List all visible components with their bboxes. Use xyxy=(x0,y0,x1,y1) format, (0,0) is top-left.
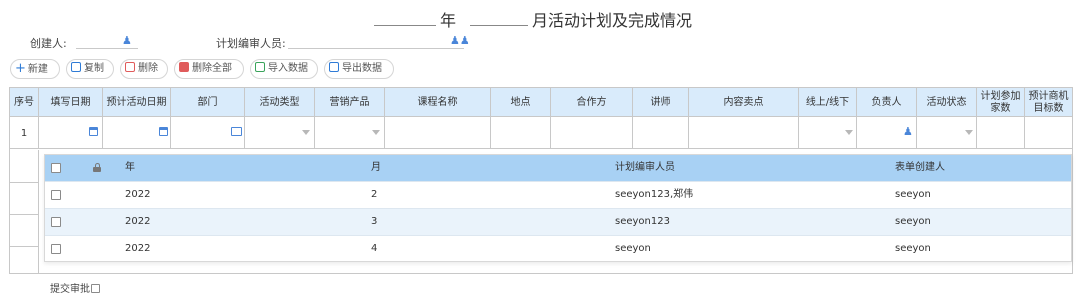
department-cell[interactable] xyxy=(171,117,245,149)
col-department: 部门 xyxy=(171,88,245,117)
people-picker-icon[interactable]: ♟♟ xyxy=(450,34,470,47)
lookup-col-creator: 表单创建人 xyxy=(895,162,945,173)
empty-row-seq xyxy=(10,150,39,183)
activity-status-cell[interactable] xyxy=(917,117,977,149)
select-all-checkbox[interactable] xyxy=(51,163,61,173)
lookup-year: 2022 xyxy=(125,243,151,254)
col-owner: 负责人 xyxy=(857,88,917,117)
copy-icon xyxy=(71,62,81,72)
title-suffix: 月活动计划及完成情况 xyxy=(532,11,693,30)
chevron-down-icon[interactable] xyxy=(302,130,310,135)
chevron-down-icon[interactable] xyxy=(965,130,973,135)
col-activity-type: 活动类型 xyxy=(245,88,315,117)
lookup-year: 2022 xyxy=(125,216,151,227)
owner-cell[interactable]: ♟ xyxy=(857,117,917,149)
chevron-down-icon[interactable] xyxy=(845,130,853,135)
trash-icon xyxy=(125,62,135,72)
plus-icon: + xyxy=(15,61,26,76)
table-header: 序号 填写日期 预计活动日期 部门 活动类型 营销产品 课程名称 地点 合作方 … xyxy=(10,88,1072,117)
export-icon xyxy=(329,62,339,72)
course-name-cell[interactable] xyxy=(385,117,491,149)
empty-row-seq xyxy=(10,247,39,273)
person-picker-icon[interactable]: ♟ xyxy=(903,125,913,138)
submit-approval-label: 提交审批 xyxy=(50,284,90,295)
opportunity-target-cell[interactable] xyxy=(1025,117,1072,149)
row-checkbox[interactable] xyxy=(51,217,61,227)
col-planned-attendees: 计划参加家数 xyxy=(977,88,1025,117)
table-row: 1 ♟ xyxy=(10,117,1072,149)
empty-row-seq xyxy=(10,215,39,247)
activity-type-cell[interactable] xyxy=(245,117,315,149)
lookup-header: 年 月 计划编审人员 表单创建人 xyxy=(45,155,1071,181)
content-highlights-cell[interactable] xyxy=(689,117,799,149)
person-picker-icon[interactable]: ♟ xyxy=(122,34,132,47)
col-partner: 合作方 xyxy=(551,88,633,117)
submit-approval[interactable]: 提交审批 xyxy=(50,280,100,295)
col-content-highlights: 内容卖点 xyxy=(689,88,799,117)
product-cell[interactable] xyxy=(315,117,385,149)
location-cell[interactable] xyxy=(491,117,551,149)
online-offline-cell[interactable] xyxy=(799,117,857,149)
col-location: 地点 xyxy=(491,88,551,117)
col-lecturer: 讲师 xyxy=(633,88,689,117)
lookup-col-year: 年 xyxy=(125,162,135,173)
planned-date-cell[interactable] xyxy=(103,117,171,149)
row-checkbox[interactable] xyxy=(51,190,61,200)
calendar-icon[interactable] xyxy=(159,127,168,136)
lookup-planner: seeyon123 xyxy=(615,216,670,227)
row-seq: 1 xyxy=(10,117,39,149)
lookup-month: 2 xyxy=(371,189,378,200)
lookup-creator: seeyon xyxy=(895,216,931,227)
form-meta: 创建人: ♟ 计划编审人员: ♟♟ xyxy=(0,33,1080,51)
lookup-col-planner: 计划编审人员 xyxy=(615,162,675,173)
lookup-planner: seeyon xyxy=(615,243,651,254)
planner-label: 计划编审人员: xyxy=(216,37,286,50)
trash-all-icon xyxy=(179,62,189,72)
lookup-month: 4 xyxy=(371,243,378,254)
lock-icon xyxy=(93,163,101,172)
lookup-month: 3 xyxy=(371,216,378,227)
lookup-row[interactable]: 2022 3 seeyon123 seeyon xyxy=(45,208,1071,235)
chevron-down-icon[interactable] xyxy=(372,130,380,135)
year-label: 年 xyxy=(440,11,457,30)
month-blank-field[interactable] xyxy=(470,25,528,26)
lookup-creator: seeyon xyxy=(895,189,931,200)
lookup-creator: seeyon xyxy=(895,243,931,254)
submit-approval-checkbox[interactable] xyxy=(91,284,100,293)
form-title: 年 月活动计划及完成情况 xyxy=(0,6,1080,30)
new-button[interactable]: + 新建 xyxy=(10,59,60,79)
lookup-row[interactable]: 2022 4 seeyon seeyon xyxy=(45,235,1071,262)
delete-all-button[interactable]: 删除全部 xyxy=(174,59,244,79)
col-activity-status: 活动状态 xyxy=(917,88,977,117)
fill-date-cell[interactable] xyxy=(39,117,103,149)
year-blank-field[interactable] xyxy=(374,25,436,26)
lookup-year: 2022 xyxy=(125,189,151,200)
col-online-offline: 线上/线下 xyxy=(799,88,857,117)
col-planned-date: 预计活动日期 xyxy=(103,88,171,117)
creator-field[interactable]: ♟ xyxy=(76,33,138,49)
department-picker-icon[interactable] xyxy=(231,127,242,136)
import-button[interactable]: 导入数据 xyxy=(250,59,318,79)
col-course-name: 课程名称 xyxy=(385,88,491,117)
col-fill-date: 填写日期 xyxy=(39,88,103,117)
delete-button[interactable]: 删除 xyxy=(120,59,168,79)
col-opportunity-target: 预计商机目标数 xyxy=(1028,90,1069,114)
lookup-dropdown: 年 月 计划编审人员 表单创建人 2022 2 seeyon123,郑伟 see… xyxy=(44,154,1072,262)
lookup-planner: seeyon123,郑伟 xyxy=(615,189,694,200)
lookup-col-month: 月 xyxy=(371,162,381,173)
creator-label: 创建人: xyxy=(30,37,67,50)
copy-button[interactable]: 复制 xyxy=(66,59,114,79)
planned-attendees-cell[interactable] xyxy=(977,117,1025,149)
export-button[interactable]: 导出数据 xyxy=(324,59,394,79)
row-checkbox[interactable] xyxy=(51,244,61,254)
col-seq: 序号 xyxy=(10,88,39,117)
import-icon xyxy=(255,62,265,72)
calendar-icon[interactable] xyxy=(89,127,98,136)
lecturer-cell[interactable] xyxy=(633,117,689,149)
col-product: 营销产品 xyxy=(315,88,385,117)
lookup-row[interactable]: 2022 2 seeyon123,郑伟 seeyon xyxy=(45,181,1071,208)
partner-cell[interactable] xyxy=(551,117,633,149)
empty-row-seq xyxy=(10,183,39,215)
planner-field[interactable]: ♟♟ xyxy=(288,33,470,49)
